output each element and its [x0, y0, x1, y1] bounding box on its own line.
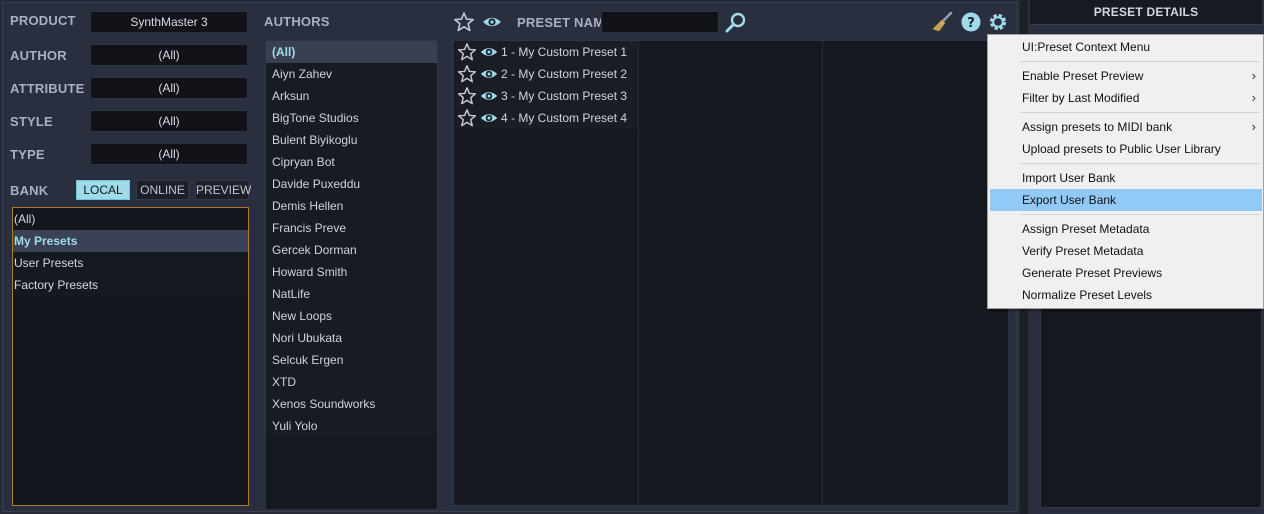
bank-online-button[interactable]: ONLINE [136, 180, 189, 200]
menu-item-label: Normalize Preset Levels [1022, 288, 1153, 302]
menu-item-label: Import User Bank [1022, 171, 1116, 185]
eye-icon[interactable] [479, 108, 499, 128]
bank-list: (All) My Presets User Presets Factory Pr… [12, 207, 249, 506]
author-item[interactable]: Gercek Dorman [266, 239, 437, 261]
menu-item-generate-preset-previews[interactable]: Generate Preset Previews [990, 262, 1262, 284]
preset-details-title: PRESET DETAILS [1030, 0, 1262, 25]
menu-item-label: Generate Preset Previews [1022, 266, 1163, 280]
author-item[interactable]: Nori Ubukata [266, 327, 437, 349]
style-field[interactable]: (All) [90, 110, 248, 132]
preset-row[interactable]: 3 - My Custom Preset 3 [456, 85, 638, 107]
author-item[interactable]: New Loops [266, 305, 437, 327]
submenu-arrow-icon: › [1251, 90, 1256, 105]
author-item[interactable]: Xenos Soundworks [266, 393, 437, 415]
preset-search-input[interactable] [601, 11, 719, 33]
column-divider [638, 41, 639, 505]
svg-text:?: ? [967, 16, 975, 31]
menu-item-export-user-bank[interactable]: Export User Bank [990, 189, 1262, 211]
author-field[interactable]: (All) [90, 44, 248, 66]
broom-icon[interactable] [930, 10, 954, 34]
type-field[interactable]: (All) [90, 143, 248, 165]
menu-item-title[interactable]: UI:Preset Context Menu [990, 36, 1262, 58]
menu-separator [1020, 112, 1260, 113]
author-item[interactable]: Howard Smith [266, 261, 437, 283]
menu-item-enable-preset-preview[interactable]: Enable Preset Preview › [990, 65, 1262, 87]
menu-item-verify-preset-metadata[interactable]: Verify Preset Metadata [990, 240, 1262, 262]
menu-item-assign-preset-metadata[interactable]: Assign Preset Metadata [990, 218, 1262, 240]
star-icon[interactable] [457, 86, 477, 106]
attribute-label: ATTRIBUTE [10, 81, 85, 96]
bank-item-all[interactable]: (All) [13, 208, 248, 230]
eye-icon[interactable] [479, 42, 499, 62]
menu-item-import-user-bank[interactable]: Import User Bank [990, 167, 1262, 189]
menu-separator [1020, 163, 1260, 164]
menu-item-label: Assign Preset Metadata [1022, 222, 1150, 236]
author-item[interactable]: Aiyn Zahev [266, 63, 437, 85]
bank-item-my-presets[interactable]: My Presets [13, 230, 248, 252]
star-icon[interactable] [457, 108, 477, 128]
menu-item-label: UI:Preset Context Menu [1022, 40, 1151, 54]
preset-name: 1 - My Custom Preset 1 [501, 45, 628, 59]
preset-name: 2 - My Custom Preset 2 [501, 67, 628, 81]
bank-preview-button[interactable]: PREVIEW [195, 180, 251, 200]
preset-list: 1 - My Custom Preset 1 2 - My Custom Pre… [453, 40, 1009, 506]
menu-item-label: Export User Bank [1022, 193, 1117, 207]
menu-item-normalize-preset-levels[interactable]: Normalize Preset Levels [990, 284, 1262, 306]
authors-list: (All) Aiyn Zahev Arksun BigTone Studios … [265, 40, 438, 510]
bank-item-factory-presets[interactable]: Factory Presets [13, 274, 248, 296]
app-window: PRODUCT SynthMaster 3 AUTHOR (All) ATTRI… [0, 0, 1264, 514]
preset-row[interactable]: 1 - My Custom Preset 1 [456, 41, 638, 63]
star-icon[interactable] [453, 11, 475, 33]
product-label: PRODUCT [10, 13, 76, 28]
preset-name: 4 - My Custom Preset 4 [501, 111, 628, 125]
help-icon[interactable]: ? [960, 11, 982, 33]
bank-label: BANK [10, 183, 49, 198]
eye-icon[interactable] [481, 11, 503, 33]
menu-item-assign-presets-to-midi-bank[interactable]: Assign presets to MIDI bank › [990, 116, 1262, 138]
author-item[interactable]: Davide Puxeddu [266, 173, 437, 195]
menu-item-label: Filter by Last Modified [1022, 91, 1140, 105]
menu-item-label: Verify Preset Metadata [1022, 244, 1144, 258]
author-item[interactable]: Cipryan Bot [266, 151, 437, 173]
style-label: STYLE [10, 114, 53, 129]
menu-separator [1020, 214, 1260, 215]
author-item[interactable]: Selcuk Ergen [266, 349, 437, 371]
menu-item-label: Enable Preset Preview [1022, 69, 1144, 83]
author-item[interactable]: NatLife [266, 283, 437, 305]
author-item[interactable]: Bulent Biyikoglu [266, 129, 437, 151]
gear-icon[interactable] [987, 11, 1009, 33]
menu-item-label: Assign presets to MIDI bank [1022, 120, 1173, 134]
submenu-arrow-icon: › [1251, 68, 1256, 83]
author-item[interactable]: (All) [266, 41, 437, 63]
author-item[interactable]: Demis Hellen [266, 195, 437, 217]
preset-row[interactable]: 2 - My Custom Preset 2 [456, 63, 638, 85]
preset-name-label: PRESET NAME [517, 15, 614, 30]
magnifier-icon[interactable] [724, 10, 748, 34]
bank-item-user-presets[interactable]: User Presets [13, 252, 248, 274]
product-field[interactable]: SynthMaster 3 [90, 11, 248, 33]
star-icon[interactable] [457, 64, 477, 84]
author-item[interactable]: Arksun [266, 85, 437, 107]
column-divider [822, 41, 823, 505]
attribute-field[interactable]: (All) [90, 77, 248, 99]
star-icon[interactable] [457, 42, 477, 62]
menu-separator [1020, 61, 1260, 62]
menu-item-label: Upload presets to Public User Library [1022, 142, 1221, 156]
preset-context-menu: UI:Preset Context Menu Enable Preset Pre… [987, 34, 1264, 309]
author-item[interactable]: BigTone Studios [266, 107, 437, 129]
author-item[interactable]: Francis Preve [266, 217, 437, 239]
menu-item-filter-by-last-modified[interactable]: Filter by Last Modified › [990, 87, 1262, 109]
author-item[interactable]: Yuli Yolo [266, 415, 437, 437]
author-label: AUTHOR [10, 48, 67, 63]
preset-name: 3 - My Custom Preset 3 [501, 89, 628, 103]
preset-row[interactable]: 4 - My Custom Preset 4 [456, 107, 638, 129]
authors-label: AUTHORS [264, 14, 330, 29]
bank-local-button[interactable]: LOCAL [76, 180, 130, 200]
eye-icon[interactable] [479, 86, 499, 106]
submenu-arrow-icon: › [1251, 119, 1256, 134]
menu-item-upload-presets[interactable]: Upload presets to Public User Library [990, 138, 1262, 160]
author-item[interactable]: XTD [266, 371, 437, 393]
type-label: TYPE [10, 147, 45, 162]
eye-icon[interactable] [479, 64, 499, 84]
